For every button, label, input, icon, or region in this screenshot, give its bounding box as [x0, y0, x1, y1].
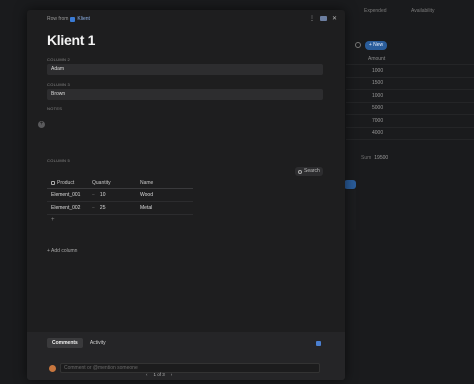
stepper-minus-icon[interactable]: − [92, 192, 95, 198]
message-icon[interactable] [316, 341, 321, 346]
table-row[interactable]: Element_002 − 25 Metal [47, 202, 193, 215]
row-divider [346, 89, 474, 90]
amount-cell: 5000 [372, 105, 384, 111]
row-divider [346, 114, 474, 115]
header-name[interactable]: Name [140, 180, 193, 186]
sum-value: 19500 [374, 155, 389, 161]
table-icon [70, 16, 76, 22]
row-detail-modal: Row from Klient ⋮ ✕ Klient 1 COLUMN 2 Ad… [27, 10, 345, 380]
document-icon[interactable] [319, 16, 327, 21]
table-row[interactable]: Element_001 − 10 Wood [47, 189, 193, 202]
field-label: COLUMN 3 [47, 82, 71, 87]
breadcrumb-prefix: Row from [47, 16, 69, 22]
row-divider [346, 139, 474, 140]
amount-header: Amount [368, 56, 386, 62]
amount-cell: 1500 [372, 80, 384, 86]
linked-table: Product Quantity Name Element_001 − 10 W… [47, 178, 193, 225]
breadcrumb: Row from Klient [47, 16, 90, 22]
quantity-value: 25 [99, 205, 106, 211]
add-note-icon[interactable]: + [38, 121, 45, 128]
search-button[interactable]: Search [295, 167, 323, 176]
comments-footer: Comments Activity Comment or @mention so… [27, 332, 345, 380]
comment-input[interactable]: Comment or @mention someone [60, 363, 320, 373]
footer-tabs: Comments Activity [47, 338, 111, 348]
field-label: COLUMN 2 [47, 57, 71, 62]
search-icon [298, 169, 302, 174]
tab-activity[interactable]: Activity [85, 338, 111, 348]
cell-name[interactable]: Metal [140, 205, 193, 211]
header-product-label: Product [57, 180, 75, 186]
cell-product[interactable]: Element_001 [47, 192, 92, 198]
header-expended: Expended [364, 8, 387, 14]
modal-toolbar: ⋮ ✕ [309, 15, 337, 22]
quantity-value: 10 [99, 192, 106, 198]
background-panel [344, 190, 356, 230]
header-availability: Availability [411, 8, 435, 14]
new-button[interactable]: + New [365, 41, 387, 50]
pagination: ‹ 1 of 3 › [146, 372, 172, 377]
row-divider [346, 64, 474, 65]
avatar [49, 365, 56, 372]
search-icon[interactable] [355, 42, 361, 48]
tab-comments[interactable]: Comments [47, 338, 83, 348]
amount-cell: 1000 [372, 93, 384, 99]
column-2-field[interactable]: Adam [47, 64, 323, 75]
page-indicator: 1 of 3 [153, 372, 165, 377]
amount-cell: 1000 [372, 68, 384, 74]
search-label: Search [304, 168, 320, 174]
column-5-label: COLUMN 5 [47, 158, 71, 163]
stepper-minus-icon[interactable]: − [92, 205, 95, 211]
header-product[interactable]: Product [47, 180, 92, 186]
add-row-icon[interactable]: + [47, 215, 193, 225]
add-column-button[interactable]: + Add column [47, 248, 77, 254]
row-divider [346, 127, 474, 128]
notes-label: NOTES [47, 106, 63, 111]
next-page-icon[interactable]: › [171, 372, 173, 377]
cell-quantity[interactable]: − 25 [92, 205, 140, 211]
header-quantity[interactable]: Quantity [92, 180, 140, 186]
amount-cell: 7000 [372, 118, 384, 124]
prev-page-icon[interactable]: ‹ [146, 372, 148, 377]
breadcrumb-table-link[interactable]: Klient [77, 16, 90, 22]
sum-footer: Sum 19500 [361, 155, 388, 161]
row-divider [346, 77, 474, 78]
more-options-icon[interactable]: ⋮ [309, 15, 315, 22]
amount-cell: 4000 [372, 130, 384, 136]
sum-label: Sum [361, 155, 372, 161]
row-divider [346, 102, 474, 103]
page-title[interactable]: Klient 1 [47, 32, 95, 48]
cell-name[interactable]: Wood [140, 192, 193, 198]
checkbox-icon [51, 181, 55, 185]
cell-quantity[interactable]: − 10 [92, 192, 140, 198]
table-header-row: Product Quantity Name [47, 178, 193, 189]
background-button[interactable] [344, 180, 356, 189]
cell-product[interactable]: Element_002 [47, 205, 92, 211]
column-3-field[interactable]: Brown [47, 89, 323, 100]
close-icon[interactable]: ✕ [332, 15, 337, 22]
